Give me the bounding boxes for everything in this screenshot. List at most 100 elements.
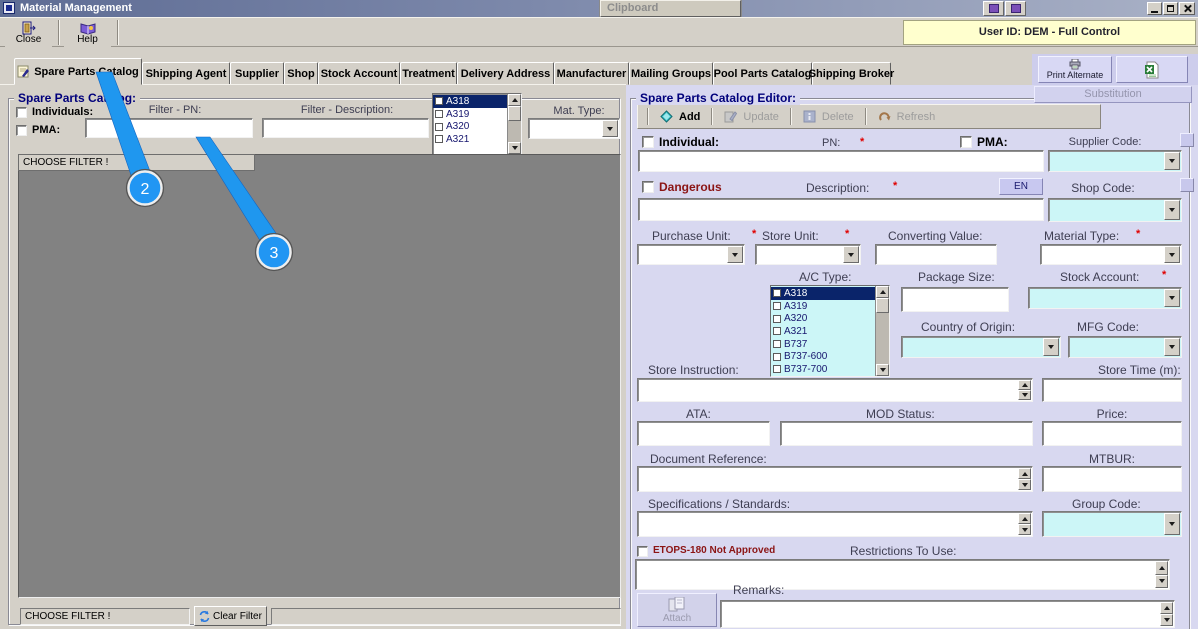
dropdown-button[interactable] <box>1164 513 1180 535</box>
tab-shipping-broker[interactable]: Shipping Broker <box>809 62 894 85</box>
export-excel-button[interactable] <box>1116 56 1188 83</box>
tab-mailing-groups[interactable]: Mailing Groups <box>629 62 713 85</box>
tab-spare-parts-catalog[interactable]: Spare Parts Catalog <box>14 58 142 85</box>
dangerous-checkbox[interactable] <box>642 181 654 193</box>
list-item[interactable]: B737-600 <box>771 350 875 363</box>
scroll-thumb[interactable] <box>876 298 889 313</box>
dropdown-button[interactable] <box>1164 289 1180 307</box>
mat-type-combo[interactable] <box>528 118 620 139</box>
spin-up-button[interactable] <box>1018 380 1031 390</box>
clipboard-tool-button-2[interactable] <box>1005 1 1026 16</box>
tab-manufacturer[interactable]: Manufacturer <box>554 62 629 85</box>
spin-down-button[interactable] <box>1160 614 1173 626</box>
restrictions-input[interactable] <box>635 559 1170 590</box>
scrollbar[interactable] <box>507 94 521 154</box>
mfg-code-combo[interactable] <box>1068 336 1182 358</box>
ac-type-list[interactable]: A318 A319 A320 A321 B737 B737-600 B737-7… <box>770 285 890 377</box>
scroll-up-button[interactable] <box>508 94 521 106</box>
update-button[interactable]: Update <box>718 108 784 125</box>
scroll-down-button[interactable] <box>876 364 889 376</box>
dropdown-button[interactable] <box>1164 338 1180 356</box>
shop-code-lookup-button[interactable] <box>1180 178 1194 192</box>
document-reference-input[interactable] <box>637 466 1033 492</box>
attach-button[interactable]: Attach <box>637 593 717 627</box>
country-of-origin-combo[interactable] <box>901 336 1061 358</box>
dropdown-button[interactable] <box>727 246 743 263</box>
supplier-code-combo[interactable] <box>1048 150 1182 172</box>
stock-account-combo[interactable] <box>1028 287 1182 309</box>
grid-column-header[interactable]: CHOOSE FILTER ! <box>18 154 255 171</box>
item-checkbox[interactable] <box>773 327 781 336</box>
en-language-button[interactable]: EN <box>999 178 1043 195</box>
item-checkbox[interactable] <box>435 110 443 119</box>
spin-down-button[interactable] <box>1018 390 1031 400</box>
list-item[interactable]: A321 <box>771 325 875 338</box>
item-checkbox[interactable] <box>435 122 443 131</box>
print-alternate-button[interactable]: Print Alternate <box>1038 56 1112 83</box>
tab-treatment[interactable]: Treatment <box>400 62 457 85</box>
filter-description-input[interactable] <box>262 118 429 138</box>
individuals-checkbox[interactable] <box>16 107 27 118</box>
specifications-input[interactable] <box>637 511 1033 537</box>
description-input[interactable] <box>638 198 1044 221</box>
tab-stock-account[interactable]: Stock Account <box>318 62 400 85</box>
spin-up-button[interactable] <box>1155 561 1168 575</box>
spin-up-button[interactable] <box>1018 468 1031 479</box>
material-type-combo[interactable] <box>1040 244 1182 265</box>
list-item[interactable]: A318 <box>771 287 875 300</box>
dropdown-button[interactable] <box>1164 200 1180 220</box>
list-item[interactable]: A318 <box>433 95 507 108</box>
clipboard-tool-button-1[interactable] <box>983 1 1004 16</box>
dropdown-button[interactable] <box>1164 152 1180 170</box>
scroll-up-button[interactable] <box>876 286 889 298</box>
tab-shipping-agent[interactable]: Shipping Agent <box>142 62 230 85</box>
pma-checkbox[interactable] <box>960 136 972 148</box>
tab-delivery-address[interactable]: Delivery Address <box>457 62 554 85</box>
spin-up-button[interactable] <box>1018 513 1031 524</box>
item-checkbox[interactable] <box>773 340 781 349</box>
clipboard-window-caption[interactable]: Clipboard <box>600 0 741 17</box>
filter-ac-type-list[interactable]: A318 A319 A320 A321 <box>432 93 522 155</box>
tab-supplier[interactable]: Supplier <box>230 62 284 85</box>
scroll-thumb[interactable] <box>508 106 521 121</box>
group-code-combo[interactable] <box>1042 511 1182 537</box>
tab-pool-parts-catalog[interactable]: Pool Parts Catalog <box>713 62 812 85</box>
remarks-input[interactable] <box>720 600 1175 628</box>
restore-button[interactable] <box>1163 2 1178 15</box>
spin-down-button[interactable] <box>1018 524 1031 535</box>
item-checkbox[interactable] <box>435 135 443 144</box>
refresh-button[interactable]: Refresh <box>872 109 942 125</box>
item-checkbox[interactable] <box>773 365 781 374</box>
price-input[interactable] <box>1042 421 1182 446</box>
list-item[interactable]: A320 <box>433 120 507 133</box>
list-item[interactable]: B737-700 <box>771 363 875 376</box>
spin-up-button[interactable] <box>1160 602 1173 614</box>
spin-down-button[interactable] <box>1155 574 1168 588</box>
dropdown-button[interactable] <box>602 120 618 137</box>
results-grid[interactable] <box>18 154 621 598</box>
mod-status-input[interactable] <box>780 421 1033 446</box>
dropdown-button[interactable] <box>1043 338 1059 356</box>
shop-code-combo[interactable] <box>1048 198 1182 222</box>
etops-checkbox[interactable] <box>637 546 648 557</box>
help-button[interactable]: Help <box>64 19 111 47</box>
minimize-button[interactable] <box>1147 2 1162 15</box>
package-size-input[interactable] <box>901 287 1009 312</box>
store-time-input[interactable] <box>1042 378 1182 402</box>
pma-filter-checkbox[interactable] <box>16 125 27 136</box>
purchase-unit-combo[interactable] <box>637 244 745 265</box>
individual-checkbox[interactable] <box>642 136 654 148</box>
list-item[interactable]: A319 <box>771 300 875 313</box>
add-button[interactable]: Add <box>654 108 706 125</box>
item-checkbox[interactable] <box>773 314 781 323</box>
item-checkbox[interactable] <box>435 97 443 106</box>
scroll-down-button[interactable] <box>508 142 521 154</box>
item-checkbox[interactable] <box>773 352 781 361</box>
converting-value-input[interactable] <box>875 244 997 265</box>
clear-filter-button[interactable]: Clear Filter <box>194 606 267 626</box>
ata-input[interactable] <box>637 421 770 446</box>
item-checkbox[interactable] <box>773 302 781 311</box>
filter-pn-input[interactable] <box>85 118 253 138</box>
dropdown-button[interactable] <box>1164 246 1180 263</box>
close-window-button[interactable] <box>1179 2 1195 15</box>
